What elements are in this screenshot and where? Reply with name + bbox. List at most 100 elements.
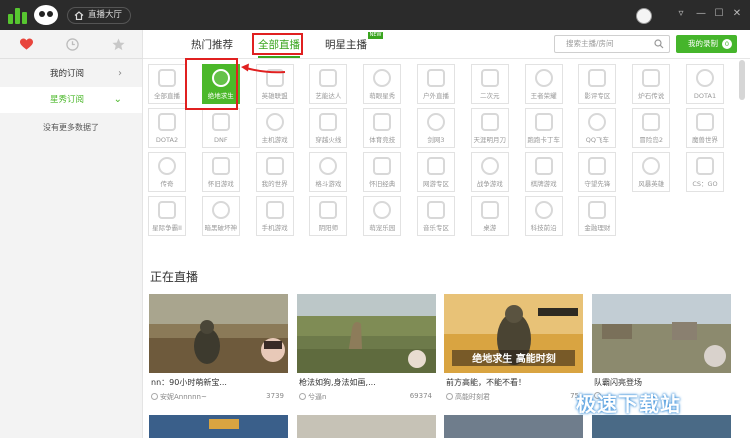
category-tile[interactable]: DNF bbox=[201, 108, 240, 148]
category-label: 怀旧经典 bbox=[369, 180, 396, 188]
category-icon bbox=[427, 69, 445, 87]
category-tile[interactable]: 影评专区 bbox=[578, 64, 617, 104]
category-tile[interactable]: DOTA1 bbox=[686, 64, 724, 104]
sidebar-tab-favorites[interactable] bbox=[3, 30, 50, 59]
stream-thumbnail bbox=[297, 415, 436, 438]
stream-card[interactable]: 枪法如狗,身法如画,... 兮逼n 69374 bbox=[297, 294, 436, 408]
stream-user: 高能时刻君 bbox=[455, 393, 490, 401]
category-label: 暗黑破坏神 bbox=[204, 224, 238, 232]
sidebar-item-star-subscriptions[interactable]: 星秀订阅 ⌄ bbox=[0, 87, 142, 113]
category-tile[interactable]: 萌宠乐园 bbox=[363, 196, 402, 236]
live-hall-label: 直播大厅 bbox=[88, 10, 123, 20]
menu-icon[interactable]: ▿ bbox=[674, 6, 688, 22]
maximize-icon[interactable]: ☐ bbox=[712, 6, 726, 22]
sidebar-tab-starred[interactable] bbox=[95, 30, 142, 59]
category-icon bbox=[642, 69, 661, 87]
category-label: 萌宠乐园 bbox=[369, 224, 396, 232]
selected-category-highlight bbox=[185, 58, 238, 110]
user-icon bbox=[446, 393, 453, 400]
category-tile[interactable]: 守望先锋 bbox=[578, 152, 617, 192]
category-icon bbox=[427, 201, 445, 219]
category-icon bbox=[158, 69, 176, 87]
category-label: CS：GO bbox=[692, 180, 718, 188]
sidebar-tab-history[interactable] bbox=[49, 30, 96, 59]
category-tile[interactable]: 战争游戏 bbox=[470, 152, 509, 192]
category-label: 网游专区 bbox=[423, 180, 449, 188]
my-recordings-button[interactable]: 我的录制 0 bbox=[676, 35, 737, 53]
category-tile[interactable]: 暗黑破坏神 bbox=[201, 196, 240, 236]
category-icon bbox=[480, 201, 499, 219]
category-tile[interactable]: 剑网3 bbox=[417, 108, 455, 148]
watermark-text: 极速下载站 bbox=[576, 392, 681, 416]
category-label: 风暴英雄 bbox=[638, 180, 665, 188]
category-tile[interactable]: 天涯明月刀 bbox=[470, 108, 509, 148]
category-tile[interactable]: 桌游 bbox=[470, 196, 509, 236]
category-tile[interactable]: 传奇 bbox=[148, 152, 186, 192]
category-label: 穿越火线 bbox=[315, 136, 342, 144]
category-tile[interactable]: 王者荣耀 bbox=[524, 64, 563, 104]
tab-highlight-box bbox=[252, 33, 303, 55]
category-tile[interactable]: 穿越火线 bbox=[309, 108, 348, 148]
category-label: 魔兽世界 bbox=[692, 136, 718, 144]
no-more-data-note: 没有更多数据了 bbox=[43, 123, 99, 132]
minimize-icon[interactable]: — bbox=[694, 6, 708, 22]
category-tile[interactable]: 怀旧游戏 bbox=[201, 152, 240, 192]
category-icon bbox=[158, 201, 176, 219]
stream-thumbnail bbox=[149, 415, 288, 438]
category-icon bbox=[158, 157, 176, 175]
stream-card[interactable]: nn：90小时萌新宝... 安妮Annnnn~ 3739 bbox=[149, 294, 288, 408]
search-input[interactable]: 搜索主播/房间 bbox=[554, 35, 670, 53]
search-icon[interactable] bbox=[654, 39, 664, 49]
live-hall-button[interactable]: 直播大厅 bbox=[67, 7, 131, 24]
sidebar-item-my-subscriptions[interactable]: 我的订阅 › bbox=[0, 61, 142, 87]
stream-thumbnail bbox=[149, 294, 288, 373]
category-label: 萌眼星秀 bbox=[369, 92, 396, 100]
tab-hot-recommend[interactable]: 热门推荐 bbox=[191, 37, 233, 52]
category-tile[interactable]: 冒险岛2 bbox=[632, 108, 671, 148]
category-tile[interactable]: 怀旧经典 bbox=[363, 152, 402, 192]
title-bar: 直播大厅 ▿ — ☐ ✕ bbox=[0, 0, 750, 30]
category-label: 格斗游戏 bbox=[315, 180, 342, 188]
home-icon bbox=[74, 11, 84, 20]
category-tile[interactable]: CS：GO bbox=[686, 152, 724, 192]
category-tile[interactable]: 星际争霸II bbox=[148, 196, 186, 236]
category-tile[interactable]: 跑跑卡丁车 bbox=[524, 108, 563, 148]
category-tile[interactable]: 音乐专区 bbox=[417, 196, 455, 236]
category-tile[interactable]: 格斗游戏 bbox=[309, 152, 348, 192]
category-icon bbox=[373, 157, 392, 175]
category-tile[interactable]: DOTA2 bbox=[148, 108, 186, 148]
category-tile[interactable]: 科技前沿 bbox=[524, 196, 563, 236]
category-tile[interactable]: 二次元 bbox=[470, 64, 509, 104]
my-recordings-label: 我的录制 bbox=[688, 39, 718, 48]
category-tile[interactable]: 金融理财 bbox=[578, 196, 617, 236]
category-label: 桌游 bbox=[483, 224, 497, 232]
category-tile[interactable]: 艺能达人 bbox=[309, 64, 348, 104]
user-avatar[interactable] bbox=[636, 8, 652, 24]
category-icon bbox=[319, 157, 338, 175]
stream-card[interactable]: 绝地求生 高能时刻 前方高能，不能不看！ 高能时刻君 75 bbox=[444, 294, 583, 408]
category-tile[interactable]: 萌眼星秀 bbox=[363, 64, 402, 104]
category-tile[interactable]: 魔兽世界 bbox=[686, 108, 724, 148]
category-tile[interactable]: 我的世界 bbox=[255, 152, 294, 192]
viewer-count: 3739 bbox=[266, 392, 284, 400]
category-tile[interactable]: 主机游戏 bbox=[255, 108, 294, 148]
category-tile[interactable]: 阴阳师 bbox=[309, 196, 348, 236]
category-tile[interactable]: 网游专区 bbox=[417, 152, 455, 192]
close-icon[interactable]: ✕ bbox=[730, 6, 744, 22]
category-tile[interactable]: 体育竞技 bbox=[363, 108, 402, 148]
scrollbar[interactable] bbox=[739, 60, 745, 100]
category-tile[interactable]: 全部直播 bbox=[148, 64, 186, 104]
category-tile[interactable]: 炉石传说 bbox=[632, 64, 671, 104]
stream-meta: 兮逼n 69374 bbox=[299, 392, 434, 402]
category-label: 金融理财 bbox=[584, 224, 611, 232]
recordings-count-badge: 0 bbox=[722, 39, 732, 49]
category-tile[interactable]: 手机游戏 bbox=[255, 196, 294, 236]
category-tile[interactable]: 户外直播 bbox=[417, 64, 455, 104]
category-tile[interactable]: QQ飞车 bbox=[578, 108, 617, 148]
category-tile[interactable]: 风暴英雄 bbox=[632, 152, 671, 192]
tab-star-anchors[interactable]: 明星主播 bbox=[325, 37, 367, 52]
category-tile[interactable]: 棋牌游戏 bbox=[524, 152, 563, 192]
category-label: 战争游戏 bbox=[476, 180, 503, 188]
stream-title: 前方高能，不能不看！ bbox=[446, 378, 526, 387]
category-label: 阴阳师 bbox=[318, 224, 339, 232]
